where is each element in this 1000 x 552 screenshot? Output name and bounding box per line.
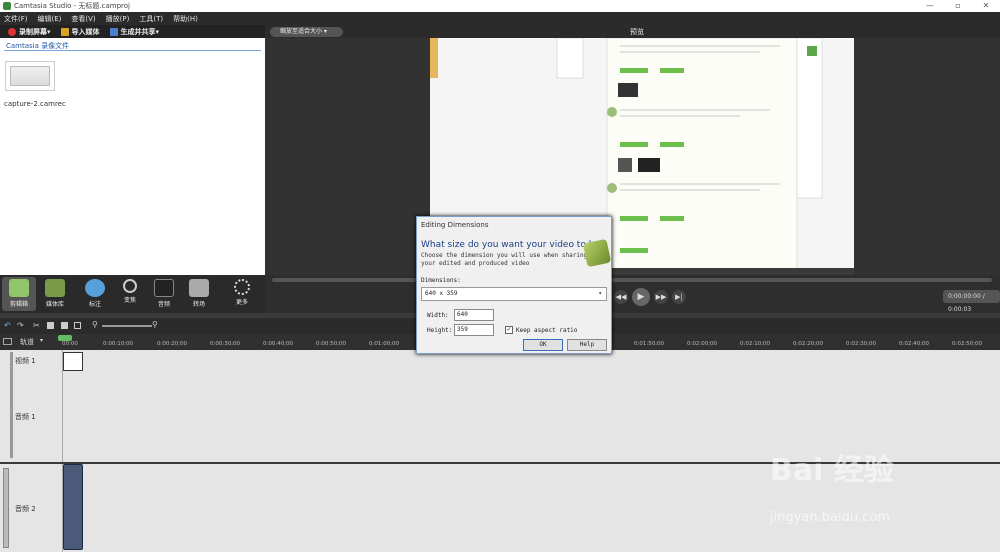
chevron-down-icon: ▾ [598, 290, 602, 297]
tracks-dropdown-icon[interactable]: ▾ [40, 337, 43, 344]
scrub-bar[interactable] [272, 278, 992, 282]
callout-icon [85, 279, 105, 297]
divider [4, 50, 261, 51]
more-icon [234, 279, 250, 295]
ruler-tick: 00:00 [62, 341, 78, 347]
track-handle[interactable] [10, 352, 13, 458]
next-button[interactable]: ▶| [672, 290, 686, 304]
tab-transitions[interactable]: 转场 [182, 277, 216, 311]
dimensions-select[interactable]: 640 x 359 ▾ [421, 287, 607, 301]
ruler-tick: 0:00:20;00 [157, 341, 188, 347]
keep-aspect-label: Keep aspect ratio [516, 327, 578, 334]
rewind-button[interactable]: ◀◀ [614, 290, 628, 304]
tracks-label[interactable]: 轨道 [20, 337, 34, 347]
ruler-tick: 0:02:10;00 [740, 341, 771, 347]
menu-file[interactable]: 文件(F) [4, 14, 28, 24]
app-icon [3, 2, 11, 10]
menu-edit[interactable]: 编辑(E) [38, 14, 62, 24]
track-label-audio-1: 音频 1 [15, 413, 36, 421]
track-icon [3, 338, 12, 345]
baidu-watermark-url: jingyan.baidu.com [770, 510, 890, 525]
tab-library[interactable]: 媒体库 [38, 277, 72, 311]
audio-icon [154, 279, 174, 297]
camtasia-logo-icon [582, 238, 612, 268]
paste-icon[interactable] [61, 322, 68, 329]
tab-callouts[interactable]: 标注 [78, 277, 112, 311]
tab-zoom[interactable]: 变焦 [113, 277, 147, 311]
maximize-button[interactable]: ▫ [944, 0, 972, 12]
clip-thumbnail[interactable] [5, 61, 55, 91]
copy-icon[interactable] [47, 322, 54, 329]
title-bar: Camtasia Studio - 无标题.camproj — ▫ ✕ [0, 0, 1000, 12]
transition-icon [189, 279, 209, 297]
ruler-tick: 0:01:50;00 [634, 341, 665, 347]
window-title: Camtasia Studio - 无标题.camproj [14, 2, 130, 10]
ruler-tick: 0:01:00;00 [369, 341, 400, 347]
zoom-out-icon[interactable]: ⚲ [92, 320, 98, 329]
tab-clip-bin[interactable]: 剪辑箱 [2, 277, 36, 311]
track-header-video-audio: 视频 1 音频 1 [0, 350, 63, 462]
ruler-tick: 0:02:00;00 [687, 341, 718, 347]
baidu-watermark-logo: Bai 经验 [770, 453, 894, 488]
import-media-button[interactable]: 导入媒体 [60, 27, 100, 37]
menu-tools[interactable]: 工具(T) [139, 14, 163, 24]
folder-icon [60, 27, 69, 36]
ruler-tick: 0:00:30;00 [210, 341, 241, 347]
track-label-video-1: 视频 1 [15, 357, 36, 365]
ruler-tick: 0:00:50;00 [316, 341, 347, 347]
ruler-tick: 0:02:40;00 [899, 341, 930, 347]
zoom-select[interactable]: 缩放至适合大小 ▾ [270, 27, 343, 37]
minimize-button[interactable]: — [916, 0, 944, 12]
tab-audio[interactable]: 音频 [147, 277, 181, 311]
keep-aspect-checkbox[interactable]: ✓ [505, 326, 513, 334]
dialog-question: What size do you want your video to be? [421, 240, 605, 250]
help-button[interactable]: Help [567, 339, 607, 351]
track-label-audio-2: 音频 2 [15, 505, 36, 513]
track-header-audio-2: 音频 2 [0, 464, 63, 552]
close-button[interactable]: ✕ [972, 0, 1000, 12]
height-input[interactable]: 359 [454, 324, 494, 336]
undo-icon[interactable]: ↶ [4, 321, 11, 330]
zoom-slider[interactable] [102, 325, 152, 327]
tab-more[interactable]: 更多 [225, 277, 259, 311]
dimensions-label: Dimensions: [421, 277, 461, 284]
produce-share-button[interactable]: 生成并共享 ▾ [109, 27, 159, 37]
cut-icon[interactable]: ✂ [33, 321, 40, 330]
ruler-tick: 0:02:50;00 [952, 341, 983, 347]
redo-icon[interactable]: ↷ [17, 321, 24, 330]
task-tabs: 剪辑箱 媒体库 标注 变焦 音频 转场 更多 [0, 275, 265, 313]
ruler-tick: 0:00:10;00 [103, 341, 134, 347]
clip-bin-icon [9, 279, 29, 297]
ruler-tick: 0:00:40;00 [263, 341, 294, 347]
split-icon[interactable] [74, 322, 81, 329]
video-clip[interactable] [63, 352, 83, 371]
record-icon [8, 27, 16, 36]
width-input[interactable]: 640 [454, 309, 494, 321]
dialog-title: Editing Dimensions [421, 221, 489, 229]
play-button[interactable]: ▶ [632, 288, 650, 306]
menu-view[interactable]: 查看(V) [71, 14, 95, 24]
menu-play[interactable]: 播放(P) [106, 14, 130, 24]
ok-button[interactable]: OK [523, 339, 563, 351]
ruler-tick: 0:02:30;00 [846, 341, 877, 347]
library-icon [45, 279, 65, 297]
zoom-in-icon[interactable]: ⚲ [152, 320, 158, 329]
main-toolbar: 录制屏幕 ▾ 导入媒体 生成并共享 ▾ [0, 25, 265, 38]
audio-clip[interactable] [63, 464, 83, 550]
clip-name: capture-2.camrec [4, 100, 66, 108]
timecode: 0:00:00:00 / 0:00:03 [943, 290, 1000, 313]
fast-forward-button[interactable]: ▶▶ [654, 290, 668, 304]
menu-bar: 文件(F) 编辑(E) 查看(V) 播放(P) 工具(T) 帮助(H) [0, 12, 1000, 25]
record-screen-button[interactable]: 录制屏幕 ▾ [8, 27, 51, 37]
magnifier-icon [123, 279, 137, 293]
width-label: Width: [427, 312, 449, 319]
preview-label: 预览 [630, 28, 644, 36]
track-handle[interactable] [3, 468, 9, 548]
share-icon [109, 27, 118, 36]
editing-dimensions-dialog: Editing Dimensions What size do you want… [416, 216, 612, 354]
height-label: Height: [427, 327, 453, 334]
dialog-description: Choose the dimension you will use when s… [421, 252, 588, 267]
ruler-tick: 0:02:20;00 [793, 341, 824, 347]
menu-help[interactable]: 帮助(H) [173, 14, 198, 24]
